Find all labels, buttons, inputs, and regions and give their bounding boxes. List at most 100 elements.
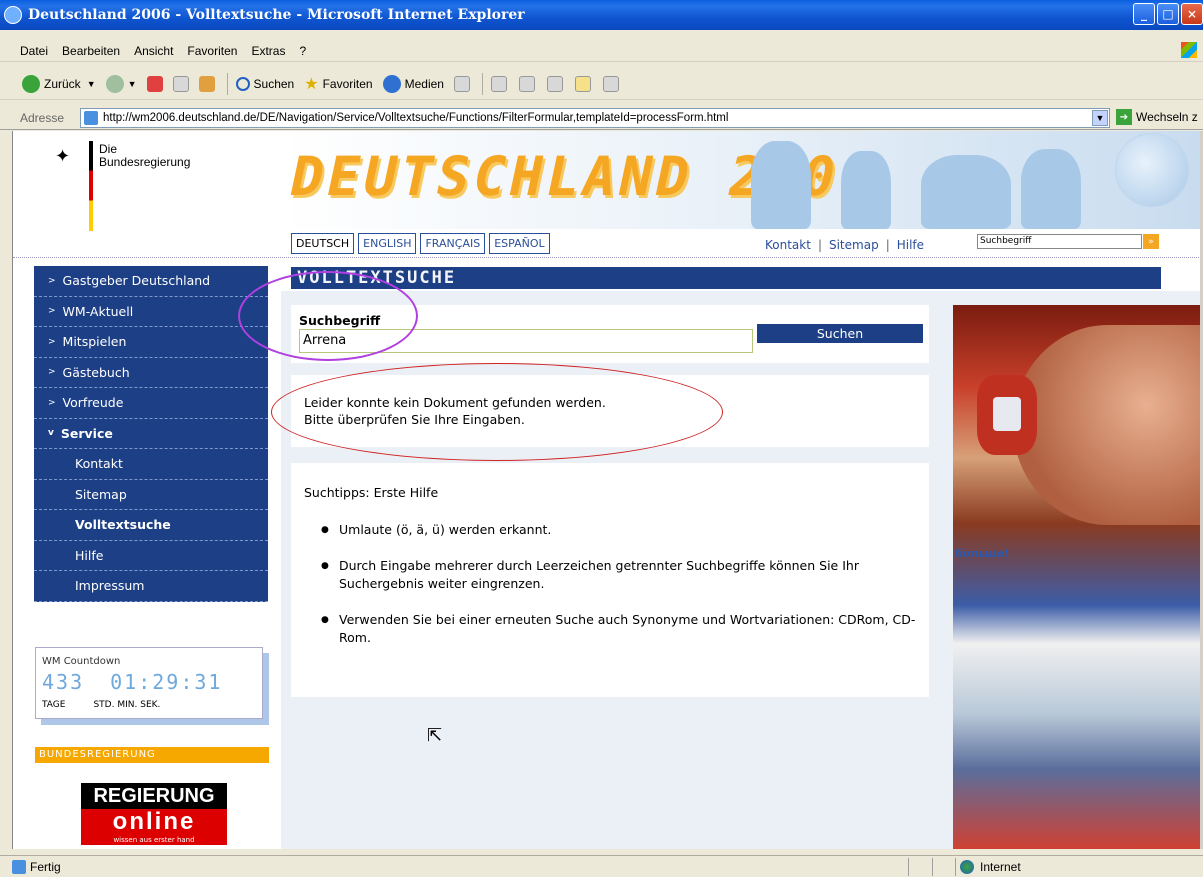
sidebar-nav: > Gastgeber Deutschland > WM-Aktuell > Mits…	[34, 266, 268, 602]
security-zone: Internet	[960, 860, 1021, 874]
window-titlebar: Deutschland 2006 - Volltextsuche - Micro…	[0, 0, 1203, 30]
status-divider	[955, 858, 956, 876]
nav-wm-aktuell[interactable]: > WM-Aktuell	[34, 297, 268, 327]
nav-label: Vorfreude	[62, 395, 124, 411]
label-min: MIN.	[117, 700, 138, 710]
print-icon[interactable]	[518, 75, 535, 92]
fan-silhouette	[751, 141, 811, 229]
search-label: Suchen	[253, 76, 295, 91]
status-text: Fertig	[30, 859, 61, 874]
link-hilfe[interactable]: Hilfe	[897, 238, 924, 252]
discuss-icon[interactable]	[574, 75, 591, 92]
mail-icon[interactable]	[490, 75, 507, 92]
nav-sub-kontakt[interactable]: Kontakt	[34, 449, 268, 480]
chevron-right-icon: >	[48, 306, 56, 317]
link-sitemap[interactable]: Sitemap	[829, 238, 879, 252]
toolbar-separator	[481, 72, 483, 95]
nav-label: WM-Aktuell	[62, 303, 134, 319]
edit-icon[interactable]	[546, 75, 563, 92]
tip-item: Umlaute (ö, ä, ü) werden erkannt.	[321, 521, 921, 539]
window-title: Deutschland 2006 - Volltextsuche - Micro…	[28, 7, 525, 23]
home-icon[interactable]	[198, 75, 215, 92]
back-button[interactable]: Zurück ▼	[22, 74, 96, 93]
stop-icon[interactable]	[146, 75, 163, 92]
nav-mitspielen[interactable]: > Mitspielen	[34, 327, 268, 358]
result-message: Leider konnte kein Dokument gefunden wer…	[291, 375, 929, 447]
lang-espanol[interactable]: ESPAÑOL	[489, 233, 550, 254]
search-label: Suchbegriff	[299, 313, 381, 328]
label-sek: SEK.	[140, 700, 161, 710]
chevron-down-icon: ▼	[86, 78, 96, 89]
toolbar-separator	[226, 72, 228, 95]
nav-gaestebuch[interactable]: > Gästebuch	[34, 358, 268, 388]
nav-sub-volltextsuche[interactable]: Volltextsuche	[34, 510, 268, 541]
menu-datei[interactable]: Datei	[20, 44, 48, 58]
tips-list: Umlaute (ö, ä, ü) werden erkannt. Durch …	[321, 521, 921, 665]
maximize-button[interactable]: □	[1157, 3, 1179, 25]
address-label: Adresse	[20, 110, 65, 125]
nav-label: Service	[60, 425, 113, 441]
nav-gastgeber[interactable]: > Gastgeber Deutschland	[34, 266, 268, 297]
regonline-line2: online	[81, 809, 227, 835]
fans-photo: больше!	[953, 305, 1202, 849]
tip-item: Durch Eingabe mehrerer durch Leerzeichen…	[321, 557, 921, 593]
menu-extras[interactable]: Extras	[251, 44, 285, 58]
ie-icon	[4, 6, 22, 24]
toolbar: Zurück ▼ ▼ Suchen ★ Favoriten Medien	[0, 68, 1203, 100]
site-header: ✦ Die Bundesregierung DEUTSCHLAND 2006 D…	[13, 131, 1202, 259]
regierung-online-logo[interactable]: REGIERUNG online wissen aus erster hand	[81, 783, 227, 847]
forward-button[interactable]: ▼	[105, 74, 137, 93]
favorites-button[interactable]: ★ Favoriten	[304, 74, 372, 94]
lang-francais[interactable]: FRANÇAIS	[420, 233, 486, 254]
label-tage: TAGE	[42, 700, 66, 710]
minimize-button[interactable]: _	[1133, 3, 1155, 25]
go-button[interactable]: ➔ Wechseln z	[1116, 109, 1198, 125]
header-search-input[interactable]: Suchbegriff	[977, 234, 1142, 249]
menu-ansicht[interactable]: Ansicht	[134, 44, 173, 58]
nav-vorfreude[interactable]: > Vorfreude	[34, 388, 268, 419]
nav-sub-impressum[interactable]: Impressum	[34, 571, 268, 602]
countdown-title: WM Countdown	[42, 656, 121, 667]
menu-help[interactable]: ?	[299, 44, 306, 58]
refresh-icon[interactable]	[172, 75, 189, 92]
zone-label: Internet	[980, 860, 1021, 874]
link-divider: |	[885, 238, 890, 252]
message-line1: Leider konnte kein Dokument gefunden wer…	[304, 395, 606, 410]
portugal-flag-paint	[977, 375, 1037, 455]
nav-sub-hilfe[interactable]: Hilfe	[34, 541, 268, 571]
mouse-cursor-icon: ⇱	[427, 725, 443, 746]
address-input[interactable]: http://wm2006.deutschland.de/DE/Navigati…	[80, 108, 1110, 128]
countdown-digits: 433 01:29:31	[42, 670, 222, 694]
page-icon	[84, 111, 98, 125]
search-tips: Suchtipps: Erste Hilfe Umlaute (ö, ä, ü)…	[291, 463, 929, 697]
nav-sub-sitemap[interactable]: Sitemap	[34, 480, 268, 510]
bundesregierung-logo[interactable]: Die Bundesregierung	[99, 143, 190, 169]
fan-silhouette	[841, 151, 891, 229]
media-button[interactable]: Medien	[382, 74, 444, 93]
search-button[interactable]: Suchen	[757, 324, 923, 343]
menu-bearbeiten[interactable]: Bearbeiten	[62, 44, 120, 58]
close-button[interactable]: ×	[1181, 3, 1203, 25]
message-line2: Bitte überprüfen Sie Ihre Eingaben.	[304, 412, 525, 427]
go-label: Wechseln z	[1136, 110, 1198, 124]
bundesregierung-header: BUNDESREGIERUNG	[35, 747, 269, 763]
search-toolbar-button[interactable]: Suchen	[235, 76, 295, 91]
link-divider: |	[817, 238, 822, 252]
favorites-label: Favoriten	[322, 76, 373, 91]
countdown-time: 01:29:31	[110, 670, 223, 694]
research-icon[interactable]	[602, 75, 619, 92]
lang-english[interactable]: ENGLISH	[358, 233, 417, 254]
nav-service[interactable]: v Service	[34, 419, 268, 449]
chevron-down-icon[interactable]: ▼	[1092, 110, 1108, 126]
banner: DEUTSCHLAND 2006	[281, 131, 1202, 229]
search-input[interactable]: Arrena	[299, 329, 753, 353]
nav-label: Mitspielen	[62, 334, 127, 350]
header-search-button[interactable]: »	[1143, 234, 1159, 249]
menu-favoriten[interactable]: Favoriten	[187, 44, 237, 58]
link-kontakt[interactable]: Kontakt	[765, 238, 811, 252]
search-form: Suchbegriff Arrena Suchen	[291, 305, 929, 363]
photo-caption: больше!	[955, 547, 1010, 560]
history-icon[interactable]	[453, 75, 470, 92]
language-switcher: DEUTSCH ENGLISH FRANÇAIS ESPAÑOL	[291, 233, 550, 254]
lang-deutsch[interactable]: DEUTSCH	[291, 233, 355, 254]
